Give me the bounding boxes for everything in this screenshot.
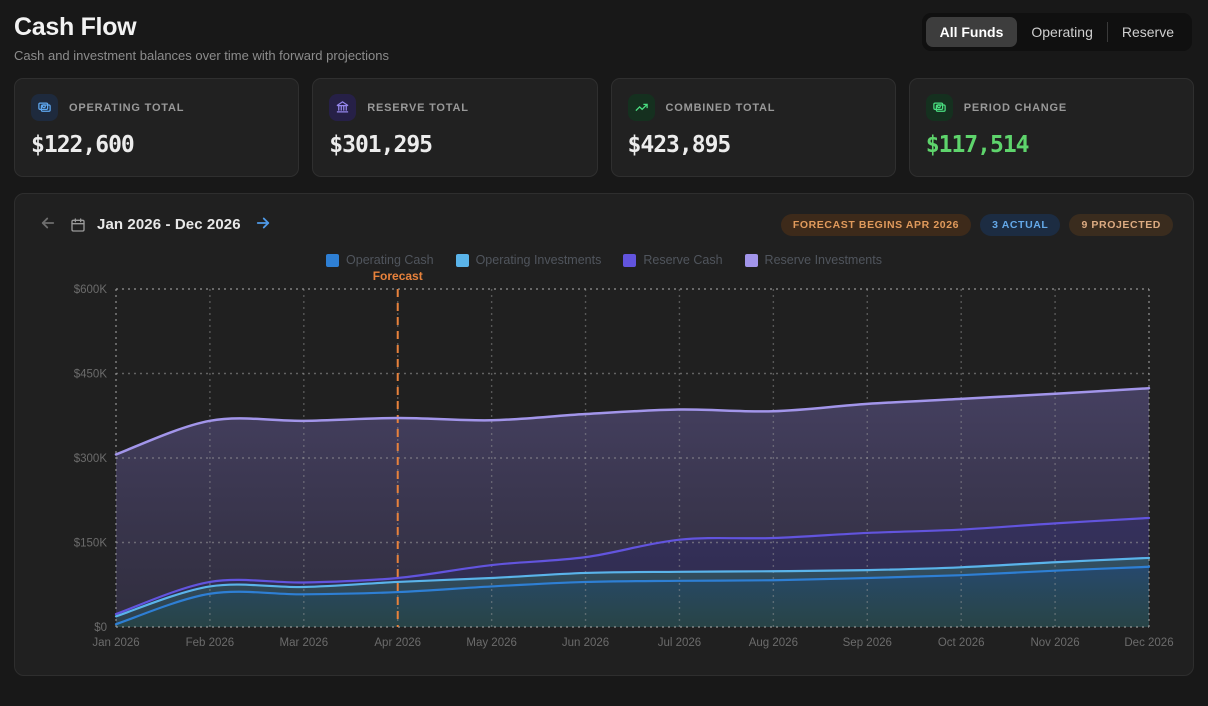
svg-text:Sep 2026: Sep 2026 [843, 637, 892, 649]
arrow-left-icon [39, 214, 57, 235]
date-range-label: Jan 2026 - Dec 2026 [97, 216, 241, 233]
chart-badges: FORECAST BEGINS APR 2026 3 ACTUAL 9 PROJ… [781, 214, 1173, 236]
tab-reserve[interactable]: Reserve [1108, 17, 1188, 47]
legend-item[interactable]: Reserve Cash [623, 253, 722, 267]
banknotes-icon [926, 94, 953, 121]
page-subtitle: Cash and investment balances over time w… [14, 48, 389, 63]
card-value: $301,295 [329, 132, 580, 158]
card-value: $122,600 [31, 132, 282, 158]
card-value: $423,895 [628, 132, 879, 158]
trending-up-icon [628, 94, 655, 121]
header-text: Cash Flow Cash and investment balances o… [14, 13, 389, 63]
legend-label: Reserve Cash [643, 253, 722, 267]
card-label: RESERVE TOTAL [367, 102, 468, 114]
stacked-area-chart: Forecast $0 $150K $300K $450K $600K Jan 2026 Fe… [15, 267, 1193, 667]
card-label: PERIOD CHANGE [964, 102, 1067, 114]
svg-text:Apr 2026: Apr 2026 [374, 637, 421, 649]
actual-count-badge: 3 ACTUAL [980, 214, 1060, 236]
cash-flow-chart-panel: Jan 2026 - Dec 2026 FORECAST BEGINS APR … [14, 193, 1194, 676]
svg-text:Nov 2026: Nov 2026 [1030, 637, 1079, 649]
legend-label: Operating Cash [346, 253, 434, 267]
svg-text:Forecast: Forecast [373, 269, 423, 283]
svg-text:$450K: $450K [74, 369, 108, 381]
forecast-begins-badge: FORECAST BEGINS APR 2026 [781, 214, 971, 236]
svg-text:Jan 2026: Jan 2026 [92, 637, 139, 649]
legend-item[interactable]: Reserve Investments [745, 253, 882, 267]
svg-text:Jun 2026: Jun 2026 [562, 637, 609, 649]
projected-count-badge: 9 PROJECTED [1069, 214, 1173, 236]
svg-text:Jul 2026: Jul 2026 [658, 637, 701, 649]
legend-label: Reserve Investments [765, 253, 882, 267]
legend-label: Operating Investments [476, 253, 602, 267]
calendar-icon [70, 217, 86, 233]
card-value: $117,514 [926, 132, 1177, 158]
card-reserve-total: RESERVE TOTAL $301,295 [312, 78, 597, 177]
svg-text:Oct 2026: Oct 2026 [938, 637, 985, 649]
date-range-nav: Jan 2026 - Dec 2026 [37, 212, 274, 237]
svg-text:$0: $0 [94, 622, 107, 634]
stat-cards: OPERATING TOTAL $122,600 RESERVE TOTAL $… [14, 78, 1194, 177]
tab-all-funds[interactable]: All Funds [926, 17, 1018, 47]
legend-swatch-icon [745, 254, 758, 267]
svg-text:$150K: $150K [74, 538, 108, 550]
banknotes-icon [31, 94, 58, 121]
svg-text:$300K: $300K [74, 453, 108, 465]
svg-text:$600K: $600K [74, 284, 108, 296]
legend-swatch-icon [456, 254, 469, 267]
svg-text:Mar 2026: Mar 2026 [280, 637, 329, 649]
topbar: Cash Flow Cash and investment balances o… [0, 0, 1208, 63]
next-period-button[interactable] [252, 212, 274, 237]
legend-item[interactable]: Operating Investments [456, 253, 602, 267]
chart-legend: Operating Cash Operating Investments Reser… [15, 245, 1193, 267]
cash-flow-dashboard: Cash Flow Cash and investment balances o… [0, 0, 1208, 706]
svg-text:May 2026: May 2026 [466, 637, 517, 649]
svg-text:Aug 2026: Aug 2026 [749, 637, 798, 649]
legend-item[interactable]: Operating Cash [326, 253, 434, 267]
fund-filter-tabs: All Funds Operating Reserve [922, 13, 1192, 51]
chart-panel-header: Jan 2026 - Dec 2026 FORECAST BEGINS APR … [15, 194, 1193, 245]
legend-swatch-icon [623, 254, 636, 267]
page-title: Cash Flow [14, 13, 389, 42]
card-combined-total: COMBINED TOTAL $423,895 [611, 78, 896, 177]
chart-area: Forecast $0 $150K $300K $450K $600K Jan 2026 Fe… [15, 267, 1193, 667]
svg-text:Feb 2026: Feb 2026 [186, 637, 235, 649]
tab-operating[interactable]: Operating [1017, 17, 1106, 47]
card-operating-total: OPERATING TOTAL $122,600 [14, 78, 299, 177]
svg-text:Dec 2026: Dec 2026 [1124, 637, 1173, 649]
card-period-change: PERIOD CHANGE $117,514 [909, 78, 1194, 177]
card-label: OPERATING TOTAL [69, 102, 184, 114]
card-label: COMBINED TOTAL [666, 102, 776, 114]
previous-period-button[interactable] [37, 212, 59, 237]
bank-icon [329, 94, 356, 121]
arrow-right-icon [254, 214, 272, 235]
legend-swatch-icon [326, 254, 339, 267]
